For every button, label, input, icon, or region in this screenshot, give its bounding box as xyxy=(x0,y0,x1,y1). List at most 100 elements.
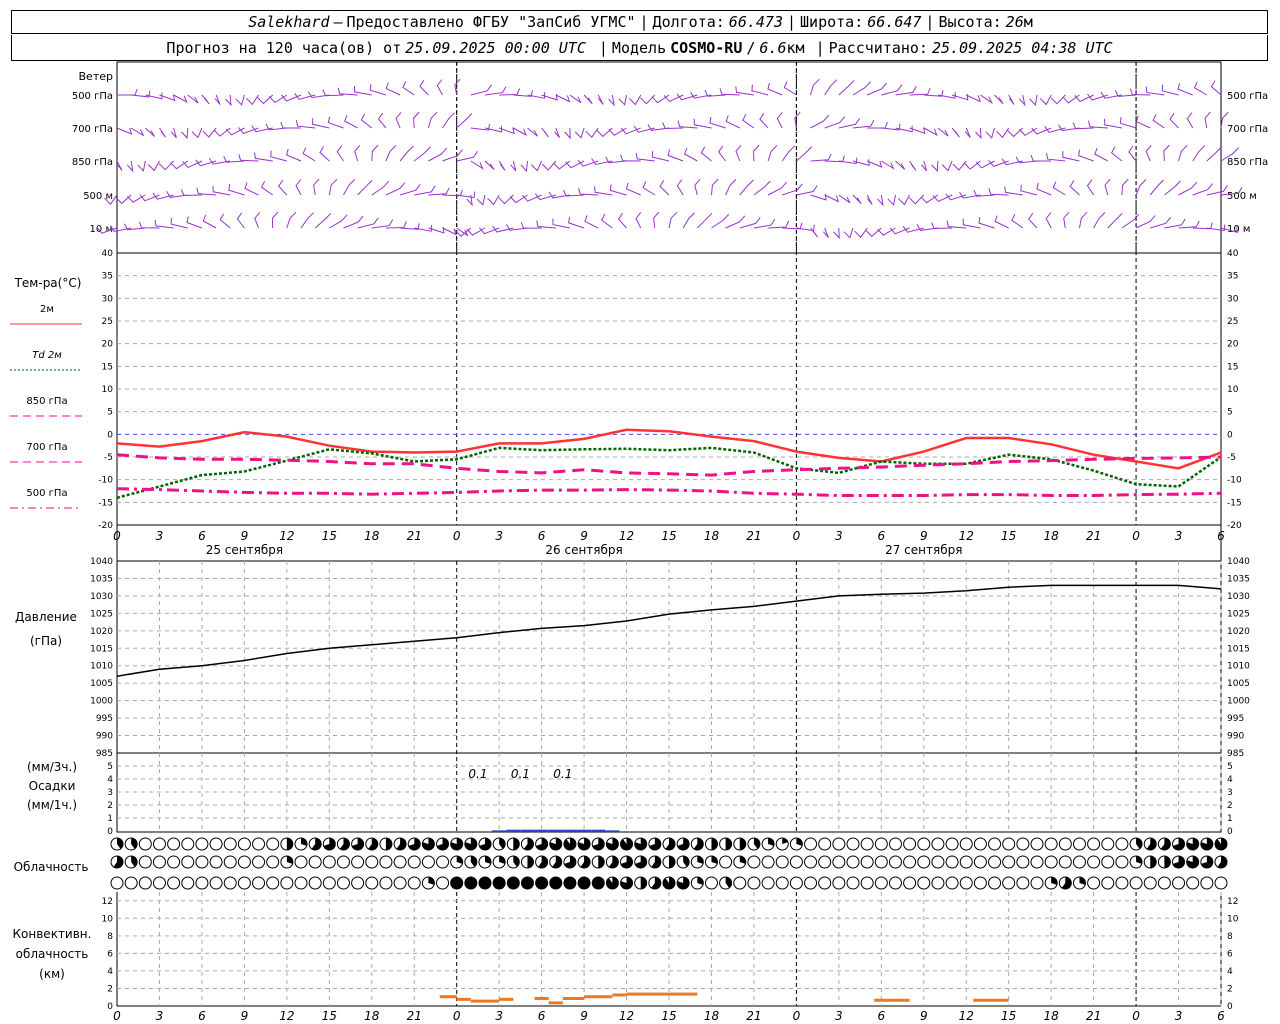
cloud-symbol xyxy=(719,837,733,851)
wind-barb xyxy=(265,123,287,131)
pressure-ytick: 990 xyxy=(1227,732,1244,742)
wind-barb xyxy=(343,179,356,196)
wind-barb xyxy=(191,127,203,139)
wind-barb xyxy=(711,178,719,196)
temp-ytick: 15 xyxy=(1227,362,1238,372)
temp-ytick: 30 xyxy=(102,294,114,304)
cloud-fill xyxy=(527,856,534,868)
cloud-symbol xyxy=(1172,876,1186,890)
wind-barb xyxy=(117,88,138,96)
wind-barb xyxy=(201,94,210,105)
cloud-fill xyxy=(464,877,477,889)
wind-barb xyxy=(336,145,344,162)
pressure-ytick: 1010 xyxy=(90,662,113,672)
wind-barb xyxy=(962,218,981,229)
cloud-circle xyxy=(988,876,1002,890)
wind-barb xyxy=(548,191,570,199)
cloud-symbol xyxy=(195,837,209,851)
conv-cloud-segment xyxy=(548,1001,563,1005)
cloud-circle xyxy=(181,876,195,890)
cloud-symbol xyxy=(336,837,350,851)
wind-barb xyxy=(527,127,538,137)
cloud-symbol xyxy=(252,837,266,851)
conv-unit: (км) xyxy=(39,967,65,981)
cloud-fill xyxy=(507,877,520,889)
pressure-ytick: 1035 xyxy=(90,574,113,584)
cloud-symbol xyxy=(775,837,789,851)
cloud-circle xyxy=(1002,855,1016,869)
precip-bar xyxy=(591,829,606,832)
wind-barb xyxy=(228,184,245,196)
temp-legend-label: Td 2м xyxy=(32,350,62,361)
conv-ytick: 2 xyxy=(107,984,113,994)
cloud-symbol xyxy=(719,855,733,869)
hour-tick-label: 15 xyxy=(322,529,337,543)
wind-barb xyxy=(322,89,344,97)
wind-barb xyxy=(354,144,361,162)
cloud-symbol xyxy=(421,837,435,851)
cloud-symbol xyxy=(1087,876,1101,890)
conv-cloud-segment xyxy=(874,998,910,1002)
cloud-fill xyxy=(535,877,548,889)
pressure-ytick: 995 xyxy=(1227,714,1244,724)
hour-tick-label: 9 xyxy=(580,529,588,543)
cloud-circle xyxy=(152,876,166,890)
wind-barb xyxy=(1008,94,1015,105)
cloud-symbol xyxy=(1172,855,1186,869)
wind-barb xyxy=(651,151,670,162)
wind-barb xyxy=(668,211,678,229)
cloud-circle xyxy=(223,855,237,869)
cloud-symbol xyxy=(436,837,450,851)
wind-barb xyxy=(1086,179,1095,196)
wind-barb xyxy=(369,84,387,96)
wind-barb xyxy=(908,194,925,205)
wind-barb xyxy=(1069,180,1080,196)
wind-barb xyxy=(212,185,231,196)
wind-barb xyxy=(1145,145,1152,162)
pressure-ytick: 1015 xyxy=(1227,644,1250,654)
wind-barb xyxy=(941,160,953,172)
precip-ytick: 0 xyxy=(107,827,113,837)
wind-barb xyxy=(278,179,288,196)
cloud-symbol xyxy=(535,876,549,890)
cloud-circle xyxy=(252,837,266,851)
cloud-circle xyxy=(181,837,195,851)
conv-cloud-segment xyxy=(470,999,500,1003)
wind-barb xyxy=(865,227,882,238)
cloud-symbol xyxy=(1186,837,1200,851)
wind-barb xyxy=(753,180,771,196)
cloud-symbol xyxy=(1214,837,1228,851)
wind-barb xyxy=(202,127,217,138)
wind-barb xyxy=(476,194,486,206)
wind-barb xyxy=(838,194,851,204)
hour-tick-label: 0 xyxy=(453,529,461,543)
temp-ytick: 25 xyxy=(1227,317,1238,327)
precip-unit-3h: (мм/3ч.) xyxy=(27,760,77,774)
cloud-symbol xyxy=(605,876,619,890)
cloud-symbol xyxy=(973,855,987,869)
wind-barb xyxy=(1011,213,1024,229)
cloud-symbol xyxy=(634,855,648,869)
hour-tick-label: 18 xyxy=(704,529,720,543)
cloud-circle xyxy=(1016,855,1030,869)
cloud-symbol xyxy=(266,876,280,890)
wind-barb xyxy=(1045,212,1052,229)
wind-barb xyxy=(254,211,261,229)
cloud-symbol xyxy=(351,855,365,869)
cloud-circle xyxy=(237,855,251,869)
wind-barb xyxy=(419,80,429,96)
pressure-ytick: 985 xyxy=(96,749,113,759)
wind-barb xyxy=(887,194,896,206)
cloud-symbol xyxy=(860,876,874,890)
cloud-symbol xyxy=(818,876,832,890)
wind-barb xyxy=(506,223,528,231)
wind-barb xyxy=(866,194,873,205)
cloud-circle xyxy=(1129,876,1143,890)
cloud-symbol xyxy=(379,876,393,890)
wind-barb xyxy=(1077,149,1094,162)
wind-barb xyxy=(985,127,995,139)
cloud-symbol xyxy=(351,876,365,890)
cloud-circle xyxy=(1087,855,1101,869)
cloud-symbol xyxy=(478,876,492,890)
cloud-symbol xyxy=(492,837,506,851)
